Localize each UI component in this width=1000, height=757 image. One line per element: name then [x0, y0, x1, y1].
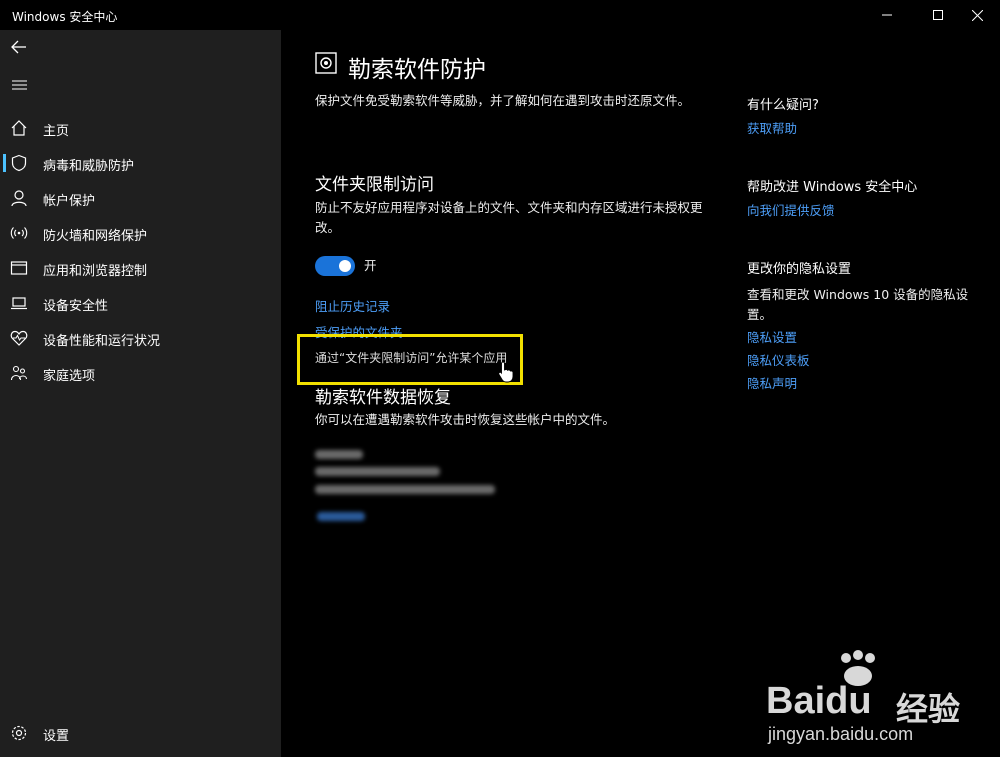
- allow-app-link[interactable]: 通过“文件夹限制访问”允许某个应用: [297, 334, 523, 385]
- main-content: 勒索软件防护 保护文件免受勒索软件等威胁，并了解如何在遇到攻击时还原文件。 文件…: [281, 30, 1000, 757]
- minimize-icon: [882, 14, 892, 16]
- sidebar: 主页 病毒和威胁防护 帐户保护 防火墙和网络保护 应用和浏览器控制 设备安全性 …: [0, 30, 281, 757]
- page-description: 保护文件免受勒索软件等威胁，并了解如何在遇到攻击时还原文件。: [315, 93, 691, 108]
- questions-heading: 有什么疑问?: [747, 98, 819, 113]
- privacy-dashboard-link[interactable]: 隐私仪表板: [747, 350, 810, 369]
- sidebar-item-virus-protection[interactable]: 病毒和威胁防护: [0, 146, 281, 180]
- heart-pulse-icon: [10, 330, 28, 346]
- shield-icon: [11, 154, 27, 172]
- maximize-icon: [933, 10, 943, 20]
- home-icon: [11, 120, 27, 136]
- window-title: Windows 安全中心: [12, 10, 118, 24]
- laptop-icon: [11, 297, 27, 310]
- privacy-settings-link[interactable]: 隐私设置: [747, 327, 797, 346]
- sidebar-item-family[interactable]: 家庭选项: [0, 356, 281, 390]
- cfa-description: 防止不友好应用程序对设备上的文件、文件夹和内存区域进行未授权更改。: [315, 200, 703, 235]
- sidebar-item-home[interactable]: 主页: [0, 111, 281, 145]
- get-help-link[interactable]: 获取帮助: [747, 118, 797, 137]
- app-window-icon: [10, 261, 28, 275]
- allow-app-link-label: 通过“文件夹限制访问”允许某个应用: [315, 351, 508, 365]
- sidebar-item-label: 设备安全性: [43, 299, 109, 314]
- wireless-icon: [10, 227, 28, 239]
- sidebar-item-settings[interactable]: 设置: [0, 716, 281, 750]
- block-history-link[interactable]: 阻止历史记录: [315, 296, 390, 315]
- cfa-toggle-label: 开: [364, 258, 377, 273]
- sidebar-item-app-browser[interactable]: 应用和浏览器控制: [0, 251, 281, 285]
- sidebar-item-label: 帐户保护: [43, 194, 96, 209]
- sidebar-item-label: 防火墙和网络保护: [43, 229, 148, 244]
- title-bar: Windows 安全中心: [0, 0, 1000, 30]
- back-arrow-icon: [11, 40, 26, 54]
- recovery-description: 你可以在遭遇勒索软件攻击时恢复这些帐户中的文件。: [315, 412, 616, 427]
- maximize-button[interactable]: [918, 0, 958, 30]
- baidu-jingyan-watermark: Baidu 经验 jingyan.baidu.com: [766, 650, 996, 745]
- sidebar-item-label: 应用和浏览器控制: [43, 264, 148, 279]
- toggle-knob: [339, 260, 351, 272]
- family-icon: [10, 365, 28, 381]
- hamburger-icon: [11, 80, 27, 90]
- improve-heading: 帮助改进 Windows 安全中心: [747, 180, 918, 195]
- sidebar-item-account-protection[interactable]: 帐户保护: [0, 181, 281, 215]
- back-button[interactable]: [10, 38, 28, 56]
- person-icon: [11, 190, 27, 207]
- watermark-brand: Baidu: [766, 680, 872, 722]
- cfa-heading: 文件夹限制访问: [315, 175, 434, 195]
- hand-cursor-icon: [498, 361, 514, 383]
- sidebar-item-label: 设置: [43, 729, 70, 744]
- gear-icon: [11, 725, 27, 741]
- cfa-toggle-switch[interactable]: [315, 256, 355, 276]
- privacy-description: 查看和更改 Windows 10 设备的隐私设置。: [747, 287, 969, 322]
- sidebar-item-device-security[interactable]: 设备安全性: [0, 286, 281, 320]
- privacy-statement-link[interactable]: 隐私声明: [747, 373, 797, 392]
- sidebar-item-label: 家庭选项: [43, 369, 96, 384]
- sidebar-item-label: 主页: [43, 124, 70, 139]
- feedback-link[interactable]: 向我们提供反馈: [747, 200, 835, 219]
- close-icon: [971, 9, 983, 21]
- close-button[interactable]: [957, 0, 997, 30]
- sidebar-item-label: 病毒和威胁防护: [43, 159, 135, 174]
- sidebar-item-firewall[interactable]: 防火墙和网络保护: [0, 216, 281, 250]
- page-title: 勒索软件防护: [348, 57, 486, 83]
- privacy-heading: 更改你的隐私设置: [747, 262, 852, 277]
- ransomware-protection-icon: [315, 52, 337, 74]
- minimize-button[interactable]: [867, 0, 907, 30]
- sidebar-item-label: 设备性能和运行状况: [43, 334, 161, 349]
- watermark-url: jingyan.baidu.com: [768, 724, 914, 744]
- menu-button[interactable]: [10, 76, 28, 94]
- sidebar-item-device-performance[interactable]: 设备性能和运行状况: [0, 321, 281, 355]
- recovery-heading: 勒索软件数据恢复: [315, 388, 451, 408]
